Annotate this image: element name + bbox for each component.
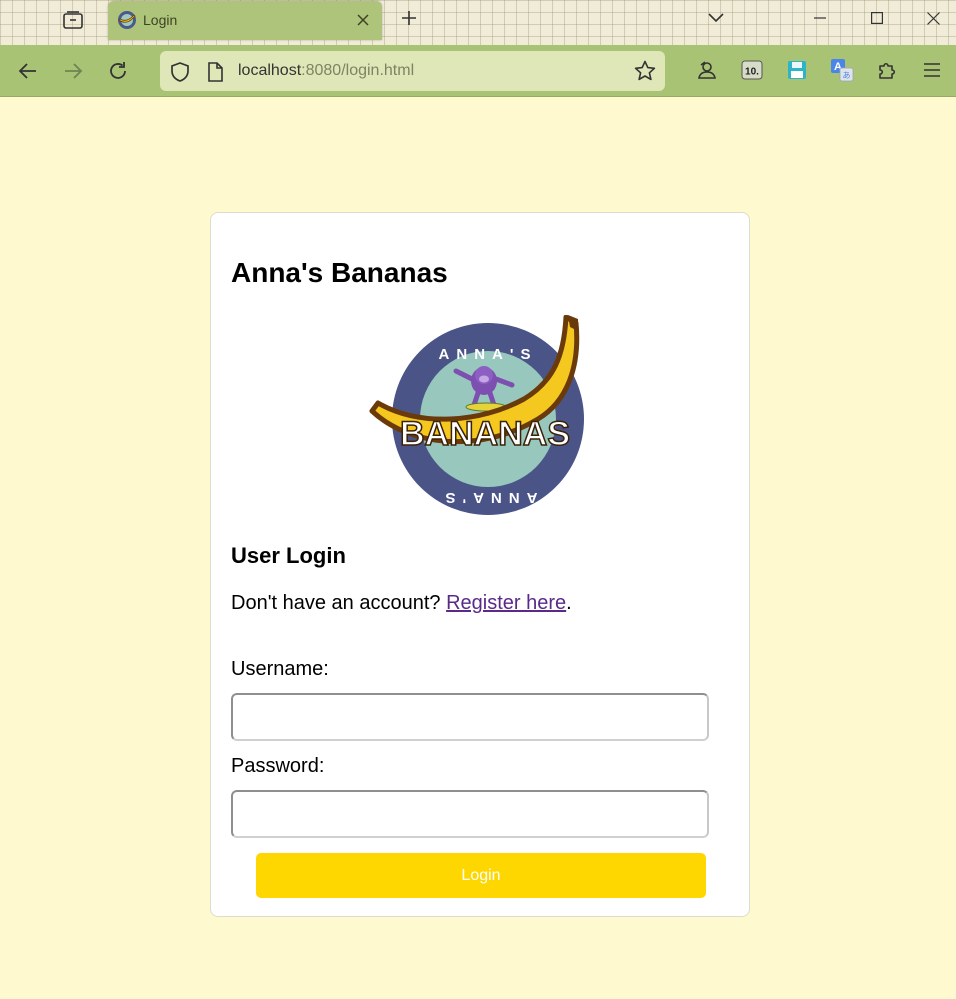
annas-bananas-logo: ANNA'S ANNA'S BANANAS xyxy=(369,315,584,515)
username-label: Username: xyxy=(231,658,329,680)
close-icon[interactable] xyxy=(352,9,374,31)
tab-login[interactable]: Login xyxy=(108,1,382,40)
reload-icon[interactable] xyxy=(104,57,132,85)
url-bar[interactable]: localhost:8080/login.html xyxy=(160,51,665,91)
10-badge-icon[interactable]: 10. xyxy=(740,58,764,82)
tab-strip: Login xyxy=(0,0,956,45)
register-prompt: Don't have an account? Register here. xyxy=(231,592,572,615)
url-path: :8080/login.html xyxy=(301,62,415,79)
page-title: Anna's Bananas xyxy=(231,257,448,288)
login-button[interactable]: Login xyxy=(256,853,706,898)
arrow-left-icon[interactable] xyxy=(14,57,42,85)
tab-title: Login xyxy=(143,12,178,28)
logo-main-text: BANANAS xyxy=(400,415,570,453)
puzzle-icon[interactable] xyxy=(875,58,899,82)
logo-bottom-text: ANNA'S xyxy=(439,489,538,506)
chevron-down-icon[interactable] xyxy=(704,6,728,30)
navigation-bar: localhost:8080/login.html 10. A あ xyxy=(0,45,956,97)
plus-icon[interactable] xyxy=(397,6,421,30)
profile-icon[interactable] xyxy=(695,58,719,82)
close-window-icon[interactable] xyxy=(910,0,956,36)
register-prefix: Don't have an account? xyxy=(231,592,447,614)
menu-icon[interactable] xyxy=(920,58,944,82)
section-title: User Login xyxy=(231,543,346,568)
register-suffix: . xyxy=(566,592,572,614)
page-icon xyxy=(208,62,223,82)
svg-text:あ: あ xyxy=(843,71,851,80)
maximize-icon[interactable] xyxy=(854,0,900,36)
minimize-icon[interactable] xyxy=(797,0,843,36)
register-link[interactable]: Register here xyxy=(446,592,566,614)
logo-top-text: ANNA'S xyxy=(439,346,538,363)
url-host: localhost xyxy=(238,62,302,79)
translate-icon[interactable]: A あ xyxy=(830,58,854,82)
url-text: localhost:8080/login.html xyxy=(238,62,414,80)
password-label: Password: xyxy=(231,755,325,777)
svg-text:10.: 10. xyxy=(745,67,759,78)
save-icon[interactable] xyxy=(785,58,809,82)
login-card: Anna's Bananas ANNA'S ANNA'S BANANAS Use… xyxy=(210,212,750,917)
username-field[interactable] xyxy=(231,693,709,741)
arrow-right-icon[interactable] xyxy=(59,57,87,85)
tab-overview-icon[interactable] xyxy=(56,4,90,36)
tab-favicon-icon xyxy=(118,11,136,29)
star-icon[interactable] xyxy=(633,59,657,83)
password-field[interactable] xyxy=(231,790,709,838)
shield-icon[interactable] xyxy=(169,61,191,83)
